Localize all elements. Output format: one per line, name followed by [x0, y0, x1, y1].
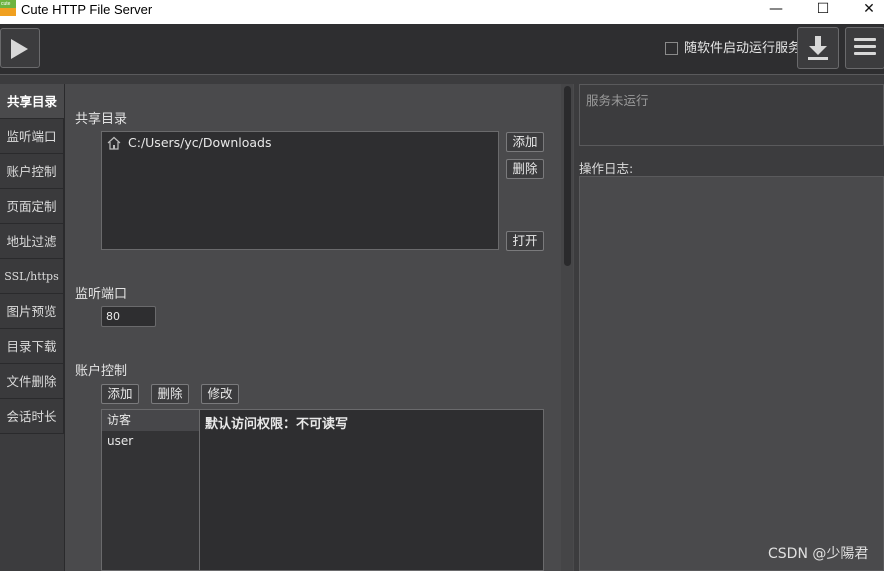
account-panel: 访客 user 默认访问权限：不可读写: [101, 409, 544, 571]
download-icon: [808, 36, 828, 60]
content-scrollbar[interactable]: [561, 84, 573, 571]
start-server-button[interactable]: [0, 28, 40, 68]
shared-dir-path[interactable]: C:/Users/yc/Downloads: [128, 135, 272, 150]
sidebar-item-session-time[interactable]: 会话时长: [0, 399, 64, 434]
title-bar: cute Cute HTTP File Server — ☐ ✕: [0, 0, 884, 24]
download-button[interactable]: [797, 27, 839, 69]
window-title: Cute HTTP File Server: [21, 2, 153, 17]
autostart-checkbox[interactable]: 随软件启动运行服务: [665, 42, 801, 58]
delete-account-button[interactable]: 删除: [151, 384, 189, 404]
app-logo-icon: cute: [0, 0, 16, 16]
listen-port-heading: 监听端口: [75, 287, 128, 302]
sidebar-item-shared-dir[interactable]: 共享目录: [0, 84, 64, 119]
autostart-label: 随软件启动运行服务: [684, 41, 802, 56]
scrollbar-thumb[interactable]: [564, 86, 571, 266]
sidebar-item-address-filter[interactable]: 地址过滤: [0, 224, 64, 259]
status-box: 服务未运行: [579, 84, 884, 146]
sidebar-item-ssl[interactable]: SSL/https: [0, 259, 64, 294]
account-heading: 账户控制: [75, 364, 128, 379]
log-label: 操作日志:: [579, 161, 634, 176]
home-icon: [107, 136, 121, 150]
menu-button[interactable]: [845, 27, 884, 69]
shared-dir-list[interactable]: C:/Users/yc/Downloads: [101, 131, 499, 250]
list-item[interactable]: 访客: [102, 410, 199, 431]
close-button[interactable]: ✕: [846, 0, 884, 20]
add-dir-button[interactable]: 添加: [506, 132, 544, 152]
sidebar-item-account[interactable]: 账户控制: [0, 154, 64, 189]
maximize-button[interactable]: ☐: [800, 0, 846, 20]
hamburger-menu-icon: [854, 38, 876, 56]
settings-sidebar: 共享目录 监听端口 账户控制 页面定制 地址过滤 SSL/https 图片预览 …: [0, 84, 64, 434]
play-icon: [11, 39, 28, 59]
edit-account-button[interactable]: 修改: [201, 384, 239, 404]
delete-dir-button[interactable]: 删除: [506, 159, 544, 179]
list-item[interactable]: user: [102, 431, 199, 452]
watermark: CSDN @少陽君: [768, 546, 869, 562]
minimize-button[interactable]: —: [753, 0, 799, 20]
log-area[interactable]: [579, 176, 884, 571]
account-list[interactable]: 访客 user: [102, 410, 200, 570]
port-input[interactable]: 80: [101, 306, 156, 327]
sidebar-item-file-delete[interactable]: 文件删除: [0, 364, 64, 399]
open-dir-button[interactable]: 打开: [506, 231, 544, 251]
checkbox-box[interactable]: [665, 42, 678, 55]
add-account-button[interactable]: 添加: [101, 384, 139, 404]
sidebar-item-image-preview[interactable]: 图片预览: [0, 294, 64, 329]
permission-text: 默认访问权限：不可读写: [205, 417, 349, 432]
sidebar-item-dir-download[interactable]: 目录下载: [0, 329, 64, 364]
server-status-text: 服务未运行: [586, 93, 649, 108]
toolbar: 随软件启动运行服务: [0, 24, 884, 75]
shared-dir-heading: 共享目录: [75, 112, 128, 127]
sidebar-item-listen-port[interactable]: 监听端口: [0, 119, 64, 154]
sidebar-item-page-custom[interactable]: 页面定制: [0, 189, 64, 224]
